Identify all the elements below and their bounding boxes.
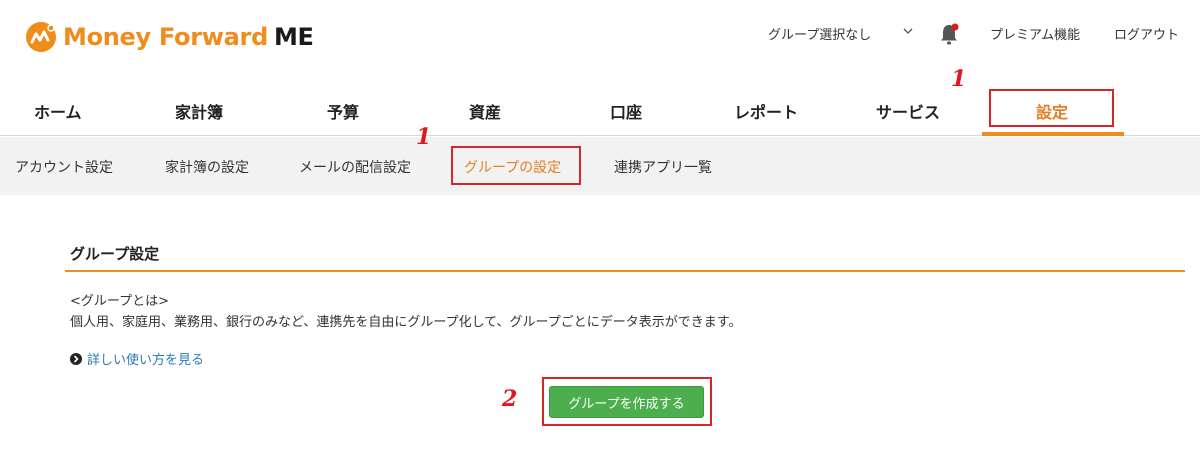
arrow-right-circle-icon xyxy=(70,352,82,365)
premium-features-link[interactable]: プレミアム機能 xyxy=(990,24,1080,43)
bell-icon[interactable] xyxy=(938,22,960,46)
nav-assets[interactable]: 資産 xyxy=(469,99,501,123)
annotation-box-settings xyxy=(989,89,1114,127)
nav-budget[interactable]: 予算 xyxy=(327,99,359,123)
nav-services[interactable]: サービス xyxy=(876,99,940,123)
money-forward-logo-icon xyxy=(26,22,56,52)
subnav-mail-settings[interactable]: メールの配信設定 xyxy=(299,157,411,177)
nav-accounts[interactable]: 口座 xyxy=(610,99,642,123)
sub-nav: アカウント設定 家計簿の設定 メールの配信設定 グループの設定 連携アプリ一覧 xyxy=(0,137,1200,195)
subnav-linked-apps[interactable]: 連携アプリ一覧 xyxy=(614,157,712,177)
howto-link-label: 詳しい使い方を見る xyxy=(87,353,205,368)
group-description-heading: <グループとは> xyxy=(70,294,170,309)
logo[interactable]: Money Forward ME xyxy=(25,21,314,53)
group-description-body: 個人用、家庭用、業務用、銀行のみなど、連携先を自由にグループ化して、グループごと… xyxy=(70,315,742,330)
logout-link[interactable]: ログアウト xyxy=(1114,24,1179,43)
logo-text: Money Forward ME xyxy=(63,23,314,51)
howto-link[interactable]: 詳しい使い方を見る xyxy=(70,349,204,368)
page-title: グループ設定 xyxy=(70,245,160,263)
annotation-box-create-button xyxy=(542,377,712,426)
nav-household-book[interactable]: 家計簿 xyxy=(175,99,223,123)
nav-active-indicator xyxy=(982,132,1124,136)
annotation-box-group-settings xyxy=(451,146,581,185)
annotation-step1-subnav: 1 xyxy=(416,124,432,150)
nav-report[interactable]: レポート xyxy=(734,99,798,123)
title-divider xyxy=(65,270,1185,272)
group-select-dropdown[interactable]: グループ選択なし xyxy=(768,24,913,43)
annotation-step1-nav: 1 xyxy=(951,66,967,92)
nav-home[interactable]: ホーム xyxy=(34,99,82,123)
group-select-label: グループ選択なし xyxy=(768,28,872,43)
subnav-account-settings[interactable]: アカウント設定 xyxy=(15,157,113,177)
annotation-step2: 2 xyxy=(502,386,518,412)
chevron-down-icon xyxy=(903,28,913,34)
subnav-household-settings[interactable]: 家計簿の設定 xyxy=(165,157,249,177)
top-header: Money Forward ME グループ選択なし プレミアム機能 ログアウト xyxy=(0,0,1200,72)
